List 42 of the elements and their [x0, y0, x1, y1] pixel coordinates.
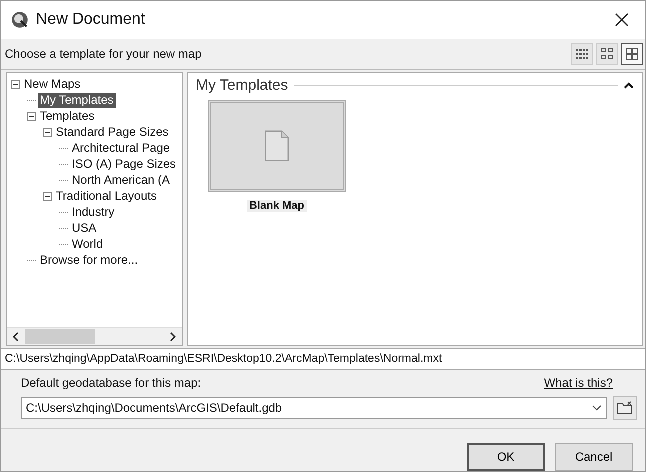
details-view-icon — [575, 47, 589, 61]
browse-folder-button[interactable] — [613, 396, 637, 420]
tree-item[interactable]: New Maps — [22, 76, 83, 92]
geodatabase-dropdown[interactable]: C:\Users\zhqing\Documents\ArcGIS\Default.gdb — [21, 397, 607, 419]
collapse-caret-icon[interactable] — [624, 82, 634, 89]
horizontal-scrollbar[interactable] — [7, 327, 182, 345]
tree-item[interactable]: Industry — [70, 204, 117, 220]
scroll-right-icon[interactable] — [170, 332, 176, 342]
close-icon[interactable] — [615, 13, 629, 27]
tree-item[interactable]: Architectural Page — [70, 140, 172, 156]
tree-item[interactable]: ISO (A) Page Sizes — [70, 156, 178, 172]
small-icons-view-button[interactable] — [596, 43, 618, 65]
tree-item[interactable]: World — [70, 236, 106, 252]
help-link[interactable]: What is this? — [544, 376, 613, 390]
tree-item[interactable]: Templates — [38, 108, 97, 124]
tree-item[interactable]: Traditional Layouts — [54, 188, 159, 204]
collapse-icon[interactable] — [43, 128, 52, 136]
template-name[interactable]: Blank Map — [247, 200, 306, 212]
small-icons-view-icon — [600, 47, 614, 61]
tree-item[interactable]: USA — [70, 220, 99, 236]
cancel-button[interactable]: Cancel — [555, 443, 633, 471]
geodatabase-label: Default geodatabase for this map: — [21, 376, 202, 390]
app-globe-icon — [11, 11, 29, 29]
list-view-button[interactable] — [571, 43, 593, 65]
scroll-left-icon[interactable] — [13, 332, 19, 342]
ok-button[interactable]: OK — [467, 443, 545, 471]
template-path: C:\Users\zhqing\AppData\Roaming\ESRI\Desktop10.2\ArcMap\Templates\Normal.mxt — [1, 348, 645, 370]
tree-item[interactable]: North American (A — [70, 172, 172, 188]
large-icons-view-button[interactable] — [621, 43, 643, 65]
tree-item[interactable]: Browse for more... — [38, 252, 140, 268]
collapse-icon[interactable] — [27, 112, 36, 120]
tree-item[interactable]: Standard Page Sizes — [54, 124, 171, 140]
blank-page-icon — [264, 129, 290, 163]
collapse-icon[interactable] — [43, 192, 52, 200]
tree-item[interactable]: My Templates — [38, 92, 116, 108]
header-text: Choose a template for your new map — [5, 47, 202, 61]
template-thumbnail[interactable] — [208, 100, 346, 192]
collapse-icon[interactable] — [11, 80, 20, 88]
window-title: New Document — [36, 11, 146, 29]
folder-icon — [617, 401, 633, 415]
section-title: My Templates — [196, 77, 288, 94]
large-icons-view-icon — [625, 47, 639, 61]
